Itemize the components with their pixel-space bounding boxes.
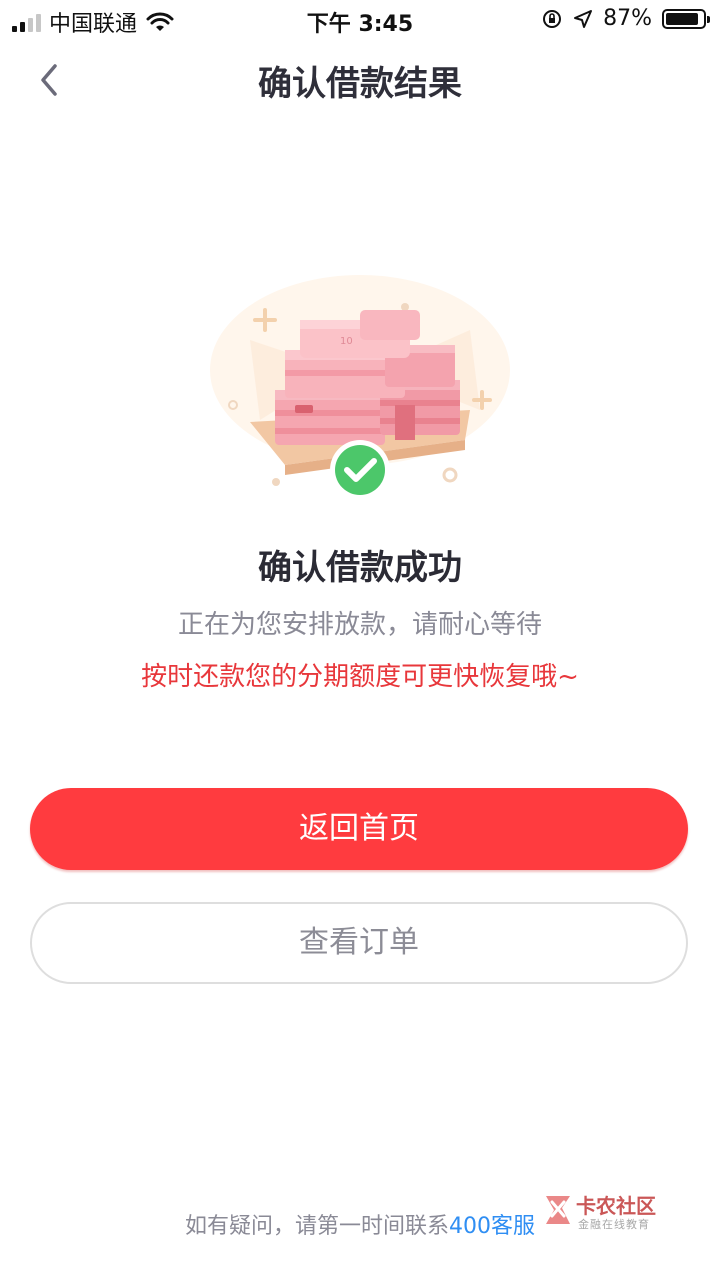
- customer-service-link[interactable]: 400客服: [449, 1214, 535, 1239]
- money-stack-illustration: 10: [190, 260, 530, 510]
- watermark-name: 卡农社区: [576, 1194, 656, 1218]
- battery-percent: 87%: [603, 6, 652, 31]
- location-icon: [574, 9, 593, 28]
- result-subtitle: 正在为您安排放款，请耐心等待: [177, 610, 542, 640]
- view-order-button[interactable]: 查看订单: [30, 902, 688, 984]
- battery-icon: [662, 8, 710, 29]
- help-text: 如有疑问，请第一时间联系: [184, 1214, 449, 1239]
- orientation-lock-icon: [543, 9, 562, 28]
- watermark-tagline: 金融在线教育: [578, 1218, 650, 1231]
- page-title: 确认借款结果: [258, 64, 462, 104]
- kanong-logo-icon: [546, 1196, 570, 1224]
- result-title: 确认借款成功: [258, 548, 462, 588]
- watermark-logo: 卡农社区 金融在线教育: [542, 1190, 682, 1234]
- svg-text:10: 10: [340, 336, 353, 347]
- money-stack-with-check-icon: 10: [210, 275, 510, 500]
- back-home-button[interactable]: 返回首页: [30, 788, 688, 870]
- repayment-tip: 按时还款您的分期额度可更快恢复哦~: [141, 662, 579, 692]
- status-bar: 中国联通 下午 3:45 87%: [0, 0, 720, 40]
- nav-bar: 确认借款结果: [0, 44, 720, 116]
